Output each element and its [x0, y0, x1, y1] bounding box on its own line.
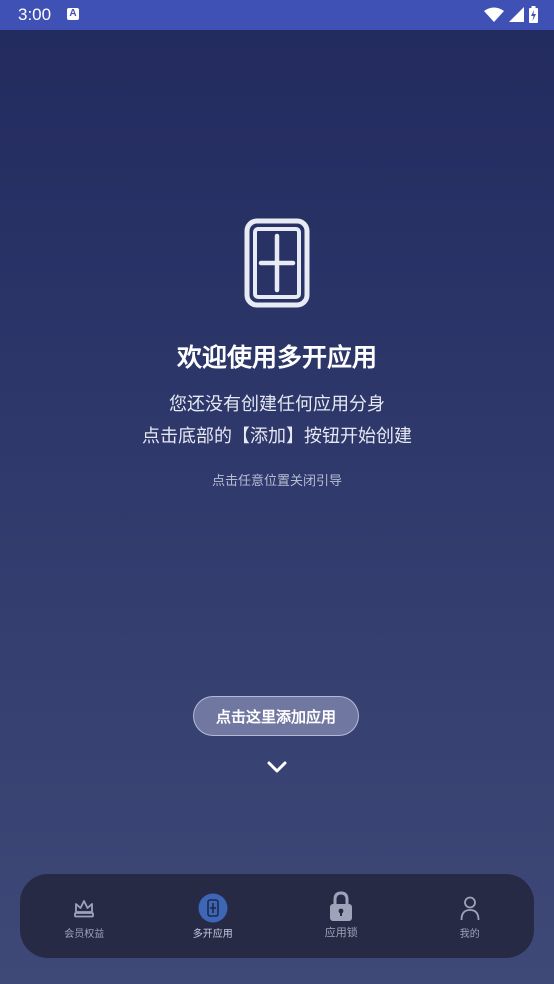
dismiss-hint[interactable]: 点击任意位置关闭引导 [0, 470, 554, 489]
guide-line-1: 您还没有创建任何应用分身 [169, 394, 385, 414]
status-time: 3:00 [18, 5, 52, 24]
nav-label-member: 会员权益 [64, 928, 105, 940]
bottom-nav: 会员权益 多开应用 应用锁 我的 [20, 874, 534, 958]
nav-item-mine[interactable]: 我的 [406, 874, 535, 958]
status-icons [484, 6, 538, 23]
chevron-down-icon [267, 761, 287, 773]
wifi-icon [484, 7, 504, 22]
nav-label-mine: 我的 [459, 928, 480, 940]
lock-icon [328, 891, 354, 922]
battery-icon [529, 6, 538, 23]
split-screen-plus-icon [244, 218, 310, 308]
signal-icon [509, 7, 524, 22]
nav-label-multi-app: 多开应用 [192, 928, 233, 940]
guide-line-2: 点击底部的【添加】按钮开始创建 [142, 426, 412, 446]
nav-item-app-lock[interactable]: 应用锁 [277, 874, 406, 958]
guide-title: 欢迎使用多开应用 [176, 344, 377, 372]
nav-label-app-lock: 应用锁 [324, 927, 358, 939]
multi-app-icon [198, 893, 228, 923]
status-bar: 3:00 A [0, 0, 554, 30]
notification-a-icon: A [67, 8, 79, 20]
crown-icon [73, 893, 95, 923]
add-app-button[interactable]: 点击这里添加应用 [193, 696, 359, 736]
person-icon [459, 893, 481, 923]
nav-item-multi-app[interactable]: 多开应用 [149, 874, 278, 958]
nav-item-member[interactable]: 会员权益 [20, 874, 149, 958]
